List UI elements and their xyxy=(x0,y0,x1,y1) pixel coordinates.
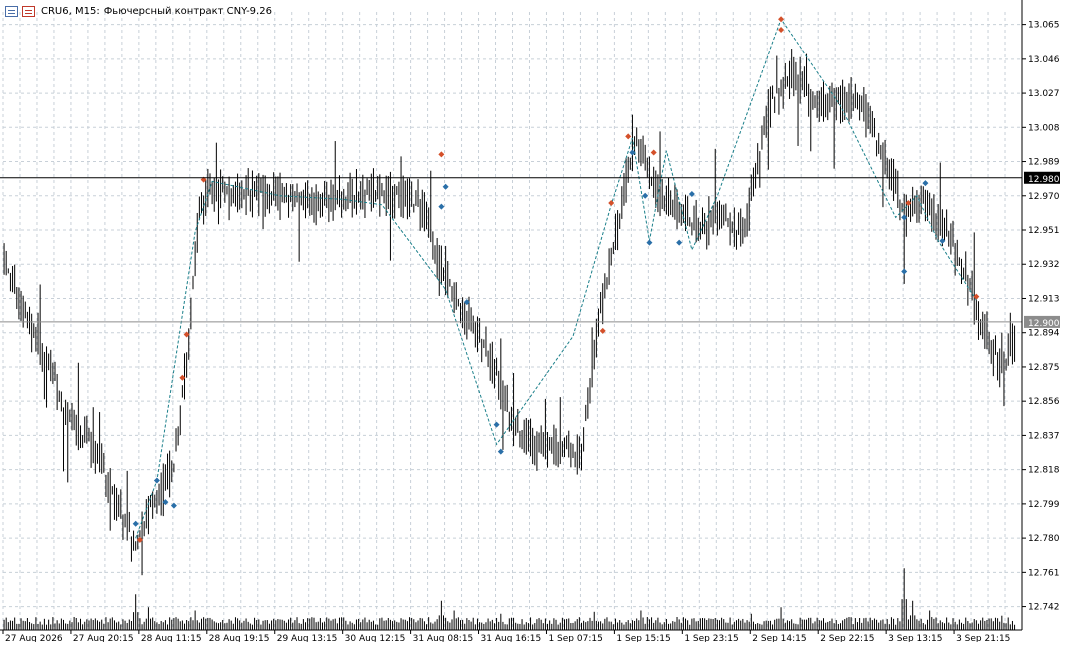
price-tick-label: 13.046 xyxy=(1028,55,1060,65)
buy-signal-marker xyxy=(901,268,908,275)
time-tick-label: 2 Sep 22:15 xyxy=(820,634,874,642)
price-tick-label: 12.742 xyxy=(1028,603,1060,613)
price-tick-label: 12.780 xyxy=(1028,534,1060,544)
chart-type-icon[interactable] xyxy=(22,5,35,17)
sell-signal-marker xyxy=(650,149,657,156)
price-label-text: 12.980 xyxy=(1028,175,1060,185)
time-tick-label: 31 Aug 08:15 xyxy=(413,634,474,642)
price-tick-label: 13.065 xyxy=(1028,21,1060,31)
sell-signal-marker xyxy=(625,133,632,140)
sell-signal-marker xyxy=(778,27,785,34)
price-tick-label: 13.027 xyxy=(1028,89,1060,99)
time-tick-label: 3 Sep 21:15 xyxy=(956,634,1010,642)
price-tick-label: 12.837 xyxy=(1028,431,1060,441)
price-tick-label: 12.970 xyxy=(1028,192,1060,202)
price-tick-label: 12.894 xyxy=(1028,329,1060,339)
price-tick-label: 12.913 xyxy=(1028,294,1060,304)
time-tick-label: 29 Aug 13:15 xyxy=(277,634,338,642)
instrument-description: Фьючерсный контракт CNY-9.26 xyxy=(103,5,272,17)
buy-signal-marker xyxy=(493,421,500,428)
time-tick-label: 27 Aug 2026 xyxy=(5,634,63,642)
price-tick-label: 12.799 xyxy=(1028,500,1060,510)
price-tick-label: 12.818 xyxy=(1028,466,1060,476)
price-tick-label: 13.008 xyxy=(1028,123,1060,133)
price-tick-label: 12.856 xyxy=(1028,397,1060,407)
buy-signal-marker xyxy=(132,520,139,527)
time-tick-label: 1 Sep 23:15 xyxy=(684,634,738,642)
grid xyxy=(2,12,1022,630)
time-tick-label: 28 Aug 11:15 xyxy=(141,634,202,642)
buy-signal-marker xyxy=(153,477,160,484)
price-tick-label: 12.875 xyxy=(1028,363,1060,373)
buy-signal-marker xyxy=(438,203,445,210)
time-tick-label: 31 Aug 16:15 xyxy=(481,634,542,642)
time-tick-label: 27 Aug 20:15 xyxy=(73,634,134,642)
time-tick-label: 30 Aug 12:15 xyxy=(345,634,406,642)
price-tick-label: 12.951 xyxy=(1028,226,1060,236)
buy-signal-marker xyxy=(922,180,929,187)
time-tick-label: 28 Aug 19:15 xyxy=(209,634,270,642)
sell-signal-marker xyxy=(608,199,615,206)
sell-signal-marker xyxy=(778,16,785,23)
chart-window[interactable]: 13.065 13.046 13.027 13.008 12.989 12.970 12.9… xyxy=(0,0,1073,644)
price-label-text: 12.900 xyxy=(1028,319,1060,329)
price-tick-label: 12.761 xyxy=(1028,568,1060,578)
time-tick-label: 2 Sep 14:15 xyxy=(752,634,806,642)
price-tick-label: 12.932 xyxy=(1028,260,1060,270)
time-tick-label: 3 Sep 13:15 xyxy=(888,634,942,642)
sell-signal-marker xyxy=(438,151,445,158)
buy-signal-marker xyxy=(646,239,653,246)
buy-signal-marker xyxy=(442,183,449,190)
buy-signal-marker xyxy=(642,192,649,199)
time-axis: 27 Aug 2026 27 Aug 20:15 28 Aug 11:15 28 Au… xyxy=(2,630,1010,644)
time-tick-label: 1 Sep 07:15 xyxy=(548,634,602,642)
chart-window-icon[interactable] xyxy=(5,5,18,17)
price-tick-label: 12.989 xyxy=(1028,158,1060,168)
buy-signal-marker xyxy=(676,239,683,246)
chart-header: CRU6, M15: Фьючерсный контракт CNY-9.26 xyxy=(5,3,272,19)
time-tick-label: 1 Sep 15:15 xyxy=(616,634,670,642)
price-chart[interactable]: 13.065 13.046 13.027 13.008 12.989 12.970 12.9… xyxy=(0,0,1073,644)
symbol-timeframe: CRU6, M15: xyxy=(41,5,100,17)
